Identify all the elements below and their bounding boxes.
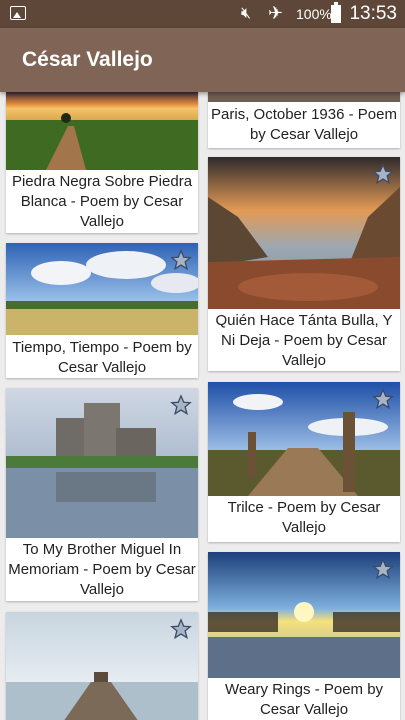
poem-title: Tiempo, Tiempo - Poem by Cesar Vallejo bbox=[12, 339, 192, 376]
poem-card[interactable]: Trilce - Poem by Cesar Vallejo bbox=[208, 382, 400, 542]
poem-grid[interactable]: Piedra Negra Sobre Piedra Blanca - Poem … bbox=[0, 92, 405, 720]
poem-card[interactable]: Paris, October 1936 - Poem by Cesar Vall… bbox=[208, 92, 400, 148]
app-bar: César Vallejo bbox=[0, 28, 405, 92]
poem-card[interactable]: Weary Rings - Poem by Cesar Vallejo bbox=[208, 552, 400, 720]
poem-title: Paris, October 1936 - Poem by Cesar Vall… bbox=[211, 106, 397, 143]
favorite-star-icon[interactable] bbox=[372, 388, 394, 410]
poem-thumbnail bbox=[208, 92, 400, 102]
poem-title: Weary Rings - Poem by Cesar Vallejo bbox=[224, 681, 384, 718]
favorite-star-icon[interactable] bbox=[170, 618, 192, 640]
image-notification-icon bbox=[10, 6, 26, 20]
poem-thumbnail bbox=[6, 92, 198, 170]
airplane-mode-icon: ✈ bbox=[268, 3, 284, 23]
poem-card[interactable]: Piedra Negra Sobre Piedra Blanca - Poem … bbox=[6, 92, 198, 233]
page-title: César Vallejo bbox=[22, 48, 153, 71]
favorite-star-icon[interactable] bbox=[170, 249, 192, 271]
battery-icon bbox=[331, 2, 341, 23]
poem-title: Quién Hace Tánta Bulla, Y Ni Deja - Poem… bbox=[215, 312, 393, 369]
poem-title: Piedra Negra Sobre Piedra Blanca - Poem … bbox=[11, 173, 193, 230]
poem-card[interactable] bbox=[6, 612, 198, 720]
poem-card[interactable]: To My Brother Miguel In Memoriam - Poem … bbox=[6, 388, 198, 601]
status-bar: 🔇︎ ✈ 100% 13:53 bbox=[0, 0, 405, 28]
poem-card[interactable]: Quién Hace Tánta Bulla, Y Ni Deja - Poem… bbox=[208, 157, 400, 371]
favorite-star-icon[interactable] bbox=[372, 558, 394, 580]
poem-card[interactable]: Tiempo, Tiempo - Poem by Cesar Vallejo bbox=[6, 243, 198, 378]
clock: 13:53 bbox=[349, 3, 397, 24]
poem-title: To My Brother Miguel In Memoriam - Poem … bbox=[8, 541, 196, 598]
favorite-star-icon[interactable] bbox=[372, 163, 394, 185]
favorite-star-icon[interactable] bbox=[170, 394, 192, 416]
poem-title: Trilce - Poem by Cesar Vallejo bbox=[227, 499, 381, 536]
mute-icon: 🔇︎ bbox=[241, 5, 252, 22]
battery-percent: 100% bbox=[296, 6, 332, 22]
